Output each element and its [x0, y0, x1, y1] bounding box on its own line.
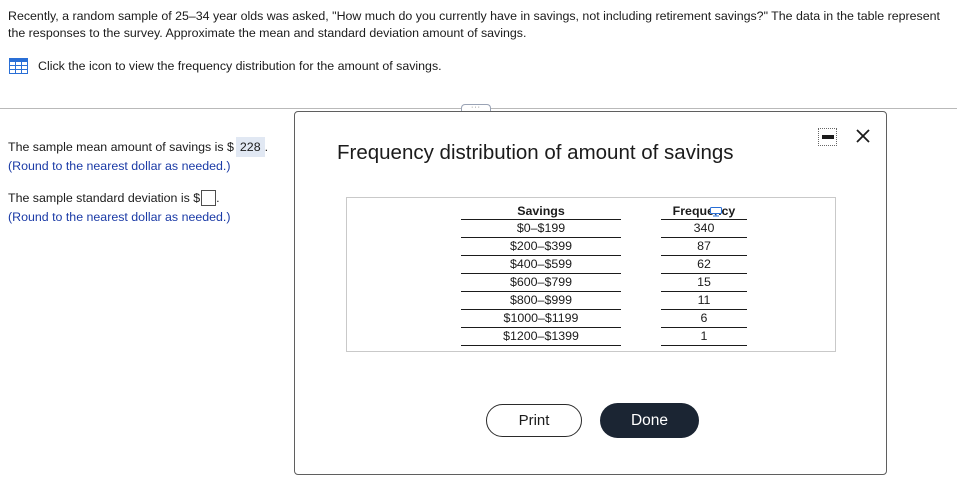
- savings-cell: $400–$599: [461, 255, 621, 274]
- savings-cell: $1000–$1199: [461, 309, 621, 328]
- frequency-cell: 340: [661, 219, 747, 238]
- print-button[interactable]: Print: [486, 404, 582, 437]
- mean-answer: The sample mean amount of savings is $ 2…: [8, 137, 268, 175]
- mean-suffix: .: [264, 140, 269, 154]
- savings-cell: $0–$199: [461, 219, 621, 238]
- savings-cell: $1200–$1399: [461, 327, 621, 346]
- table-row: $1000–$1199 6: [461, 309, 747, 328]
- table-row: $400–$599 62: [461, 255, 747, 274]
- table-row: $1200–$1399 1: [461, 327, 747, 346]
- frequency-header: Frequency: [661, 201, 747, 220]
- table-header-row: Savings Frequency: [461, 201, 747, 220]
- frequency-cell: 6: [661, 309, 747, 328]
- table-row: $0–$199 340: [461, 219, 747, 238]
- frequency-cell: 62: [661, 255, 747, 274]
- copy-table-icon[interactable]: [710, 207, 722, 217]
- sd-prefix: The sample standard deviation is $: [8, 191, 201, 205]
- dialog-title: Frequency distribution of amount of savi…: [337, 141, 734, 164]
- minimize-button[interactable]: [818, 128, 837, 146]
- frequency-cell: 87: [661, 237, 747, 256]
- mean-prefix: The sample mean amount of savings is $: [8, 140, 234, 154]
- sd-suffix: .: [216, 191, 220, 205]
- frequency-cell: 15: [661, 273, 747, 292]
- question-text: Recently, a random sample of 25–34 year …: [8, 9, 940, 40]
- savings-header: Savings: [461, 201, 621, 220]
- savings-cell: $800–$999: [461, 291, 621, 310]
- frequency-table: Savings Frequency $0–$199 340 $200–$399 …: [461, 201, 747, 346]
- savings-cell: $200–$399: [461, 237, 621, 256]
- table-icon[interactable]: [9, 58, 28, 74]
- close-icon[interactable]: [851, 124, 875, 148]
- table-row: $600–$799 15: [461, 273, 747, 292]
- minimize-icon: [821, 135, 834, 139]
- mean-answer-value[interactable]: 228: [235, 137, 265, 157]
- frequency-table-link[interactable]: Click the icon to view the frequency dis…: [9, 58, 442, 74]
- sd-rounding-hint: (Round to the nearest dollar as needed.): [8, 210, 231, 224]
- savings-cell: $600–$799: [461, 273, 621, 292]
- table-row: $800–$999 11: [461, 291, 747, 310]
- frequency-link-label: Click the icon to view the frequency dis…: [38, 59, 442, 73]
- done-button[interactable]: Done: [600, 403, 699, 438]
- frequency-cell: 11: [661, 291, 747, 310]
- frequency-cell: 1: [661, 327, 747, 346]
- mean-rounding-hint: (Round to the nearest dollar as needed.): [8, 159, 231, 173]
- table-row: $200–$399 87: [461, 237, 747, 256]
- sd-answer: The sample standard deviation is $ . (Ro…: [8, 188, 231, 226]
- frequency-distribution-dialog: Frequency distribution of amount of savi…: [294, 111, 887, 475]
- frequency-table-frame: Savings Frequency $0–$199 340 $200–$399 …: [346, 197, 836, 352]
- sd-answer-input[interactable]: [201, 190, 217, 206]
